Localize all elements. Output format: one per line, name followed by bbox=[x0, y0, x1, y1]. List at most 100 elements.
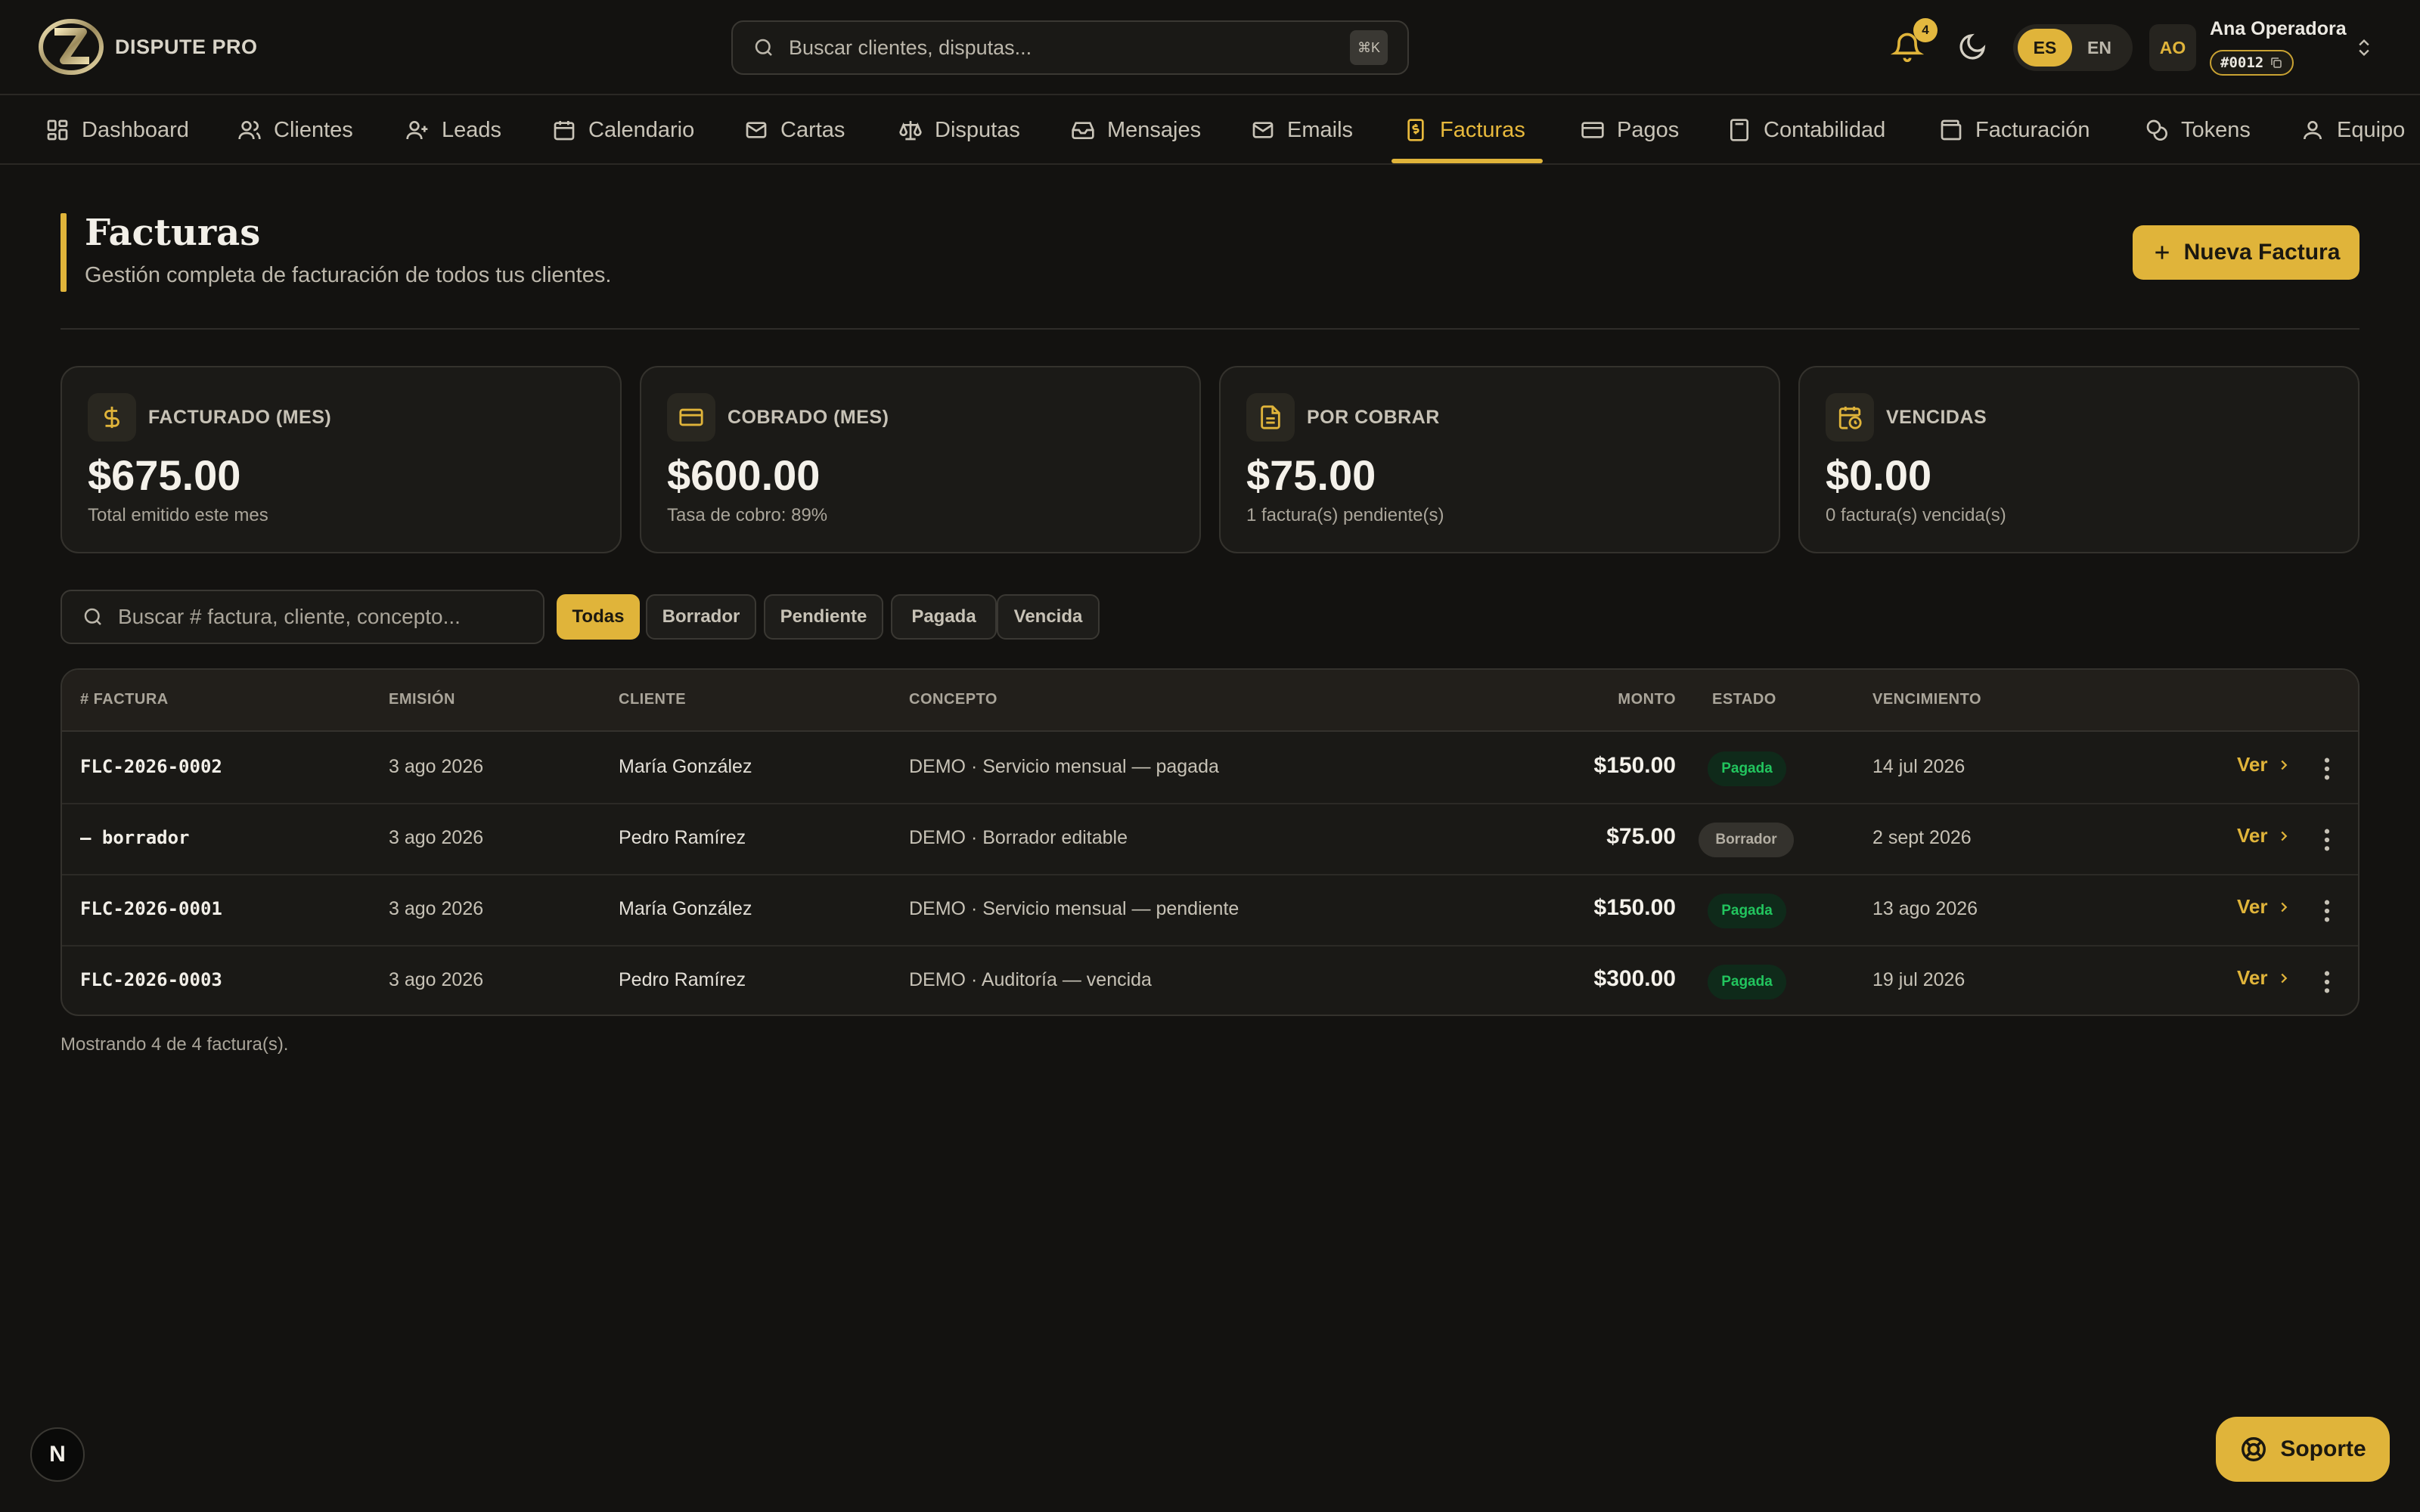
column-header[interactable]: CLIENTE bbox=[619, 691, 686, 708]
view-invoice-link[interactable]: Ver bbox=[2237, 824, 2292, 847]
invoice-concept: DEMO · Servicio mensual — pendiente bbox=[909, 898, 1239, 919]
credit-card-icon bbox=[1581, 122, 1604, 138]
stat-value: $75.00 bbox=[1246, 451, 1376, 499]
nav-item-equipo[interactable]: Equipo bbox=[2301, 97, 2405, 163]
invoice-due: 2 sept 2026 bbox=[1872, 827, 1972, 848]
filter-vencida[interactable]: Vencida bbox=[997, 594, 1100, 640]
stat-sub: 0 factura(s) vencida(s) bbox=[1826, 505, 2006, 525]
column-header[interactable]: EMISIÓN bbox=[389, 691, 455, 708]
invoice-issued: 3 ago 2026 bbox=[389, 898, 484, 919]
nav-item-pagos[interactable]: Pagos bbox=[1581, 97, 1679, 163]
dev-tools-badge[interactable]: N bbox=[30, 1427, 85, 1482]
view-label: Ver bbox=[2237, 895, 2268, 918]
more-vertical-icon[interactable] bbox=[2322, 969, 2332, 995]
table-row[interactable]: — borrador 3 ago 2026 Pedro Ramírez DEMO… bbox=[62, 804, 2358, 875]
nav-item-contabilidad[interactable]: Contabilidad bbox=[1727, 97, 1885, 163]
filter-pendiente[interactable]: Pendiente bbox=[764, 594, 883, 640]
view-invoice-link[interactable]: Ver bbox=[2237, 895, 2292, 919]
user-icon bbox=[2304, 121, 2322, 140]
invoices-table: # FACTURA EMISIÓN CLIENTE CONCEPTO MONTO… bbox=[60, 668, 2360, 1016]
nav-item-label: Contabilidad bbox=[1764, 117, 1886, 142]
nav-item-leads[interactable]: Leads bbox=[405, 97, 501, 163]
new-invoice-button[interactable]: Nueva Factura bbox=[2133, 225, 2360, 280]
top-bar: DISPUTE PRO Buscar clientes, disputas...… bbox=[0, 0, 2420, 95]
view-label: Ver bbox=[2237, 966, 2268, 989]
plus-icon bbox=[2155, 246, 2169, 259]
nav-item-calendario[interactable]: Calendario bbox=[552, 97, 694, 163]
support-label: Soporte bbox=[2280, 1436, 2366, 1461]
global-search[interactable]: Buscar clientes, disputas... ⌘K bbox=[731, 20, 1409, 75]
nav-item-label: Clientes bbox=[274, 117, 353, 142]
stat-label: FACTURADO (MES) bbox=[148, 407, 332, 428]
column-header[interactable]: # FACTURA bbox=[80, 691, 169, 708]
column-header[interactable]: CONCEPTO bbox=[909, 691, 997, 708]
stat-value: $600.00 bbox=[667, 451, 821, 499]
status-badge: Pagada bbox=[1708, 894, 1786, 928]
nav-item-mensajes[interactable]: Mensajes bbox=[1071, 97, 1201, 163]
filter-borrador[interactable]: Borrador bbox=[646, 594, 756, 640]
invoice-concept: DEMO · Servicio mensual — pagada bbox=[909, 756, 1219, 777]
user-id-badge[interactable]: #0012 bbox=[2210, 50, 2294, 76]
invoice-concept: DEMO · Auditoría — vencida bbox=[909, 969, 1152, 990]
stat-card-cobrado: COBRADO (MES) $600.00 Tasa de cobro: 89% bbox=[640, 366, 1201, 553]
nav-item-dashboard[interactable]: Dashboard bbox=[45, 97, 189, 163]
nav-item-clientes[interactable]: Clientes bbox=[237, 97, 353, 163]
invoice-client: Pedro Ramírez bbox=[619, 827, 746, 848]
avatar[interactable]: AO bbox=[2149, 24, 2196, 71]
table-row[interactable]: FLC-2026-0001 3 ago 2026 María González … bbox=[62, 875, 2358, 947]
column-header[interactable]: ESTADO bbox=[1712, 691, 1776, 708]
view-invoice-link[interactable]: Ver bbox=[2237, 753, 2292, 776]
invoice-number: FLC-2026-0002 bbox=[80, 756, 222, 777]
language-switcher: ES EN bbox=[2013, 24, 2133, 71]
calendar-clock-icon bbox=[1838, 406, 1862, 429]
stat-label: VENCIDAS bbox=[1886, 407, 1987, 428]
chevron-right-icon bbox=[2280, 760, 2287, 770]
layout-grid-icon bbox=[47, 119, 68, 141]
stat-card-por-cobrar: POR COBRAR $75.00 1 factura(s) pendiente… bbox=[1219, 366, 1780, 553]
table-row[interactable]: FLC-2026-0002 3 ago 2026 María González … bbox=[62, 733, 2358, 804]
app-logo[interactable]: DISPUTE PRO bbox=[38, 17, 258, 77]
support-button[interactable]: Soporte bbox=[2216, 1417, 2390, 1482]
stat-value: $0.00 bbox=[1826, 451, 1932, 499]
invoice-client: María González bbox=[619, 898, 752, 919]
invoice-amount: $150.00 bbox=[1593, 895, 1676, 920]
nav-item-emails[interactable]: Emails bbox=[1251, 97, 1353, 163]
header-divider bbox=[60, 328, 2360, 330]
more-vertical-icon[interactable] bbox=[2322, 898, 2332, 924]
chevron-right-icon bbox=[2280, 973, 2287, 983]
more-vertical-icon[interactable] bbox=[2322, 756, 2332, 782]
nav-item-cartas[interactable]: Cartas bbox=[744, 97, 845, 163]
column-header[interactable]: VENCIMIENTO bbox=[1872, 691, 1981, 708]
search-icon bbox=[755, 39, 772, 56]
users-icon bbox=[238, 121, 261, 140]
invoice-number: FLC-2026-0003 bbox=[80, 969, 222, 990]
stat-sub: 1 factura(s) pendiente(s) bbox=[1246, 505, 1444, 525]
inbox-icon bbox=[1072, 122, 1094, 139]
lang-en-button[interactable]: EN bbox=[2072, 29, 2127, 67]
filter-pagada[interactable]: Pagada bbox=[891, 594, 997, 640]
view-invoice-link[interactable]: Ver bbox=[2237, 966, 2292, 990]
moon-icon[interactable] bbox=[1957, 32, 1987, 62]
more-vertical-icon[interactable] bbox=[2322, 827, 2332, 853]
table-header: # FACTURA EMISIÓN CLIENTE CONCEPTO MONTO… bbox=[62, 670, 2358, 732]
filter-todas[interactable]: Todas bbox=[557, 594, 640, 640]
stat-value: $675.00 bbox=[88, 451, 241, 499]
nav-item-label: Tokens bbox=[2181, 117, 2251, 142]
chevron-up-down-icon[interactable] bbox=[2353, 36, 2375, 59]
nav-item-disputas[interactable]: Disputas bbox=[898, 97, 1020, 163]
notification-count-badge: 4 bbox=[1913, 18, 1938, 42]
calendar-icon bbox=[554, 121, 575, 141]
table-row[interactable]: FLC-2026-0003 3 ago 2026 Pedro Ramírez D… bbox=[62, 947, 2358, 1015]
user-name[interactable]: Ana Operadora bbox=[2210, 18, 2347, 40]
nav-item-facturas[interactable]: Facturas bbox=[1404, 97, 1525, 163]
app-name: DISPUTE PRO bbox=[115, 35, 258, 58]
lang-es-button[interactable]: ES bbox=[2018, 29, 2072, 67]
invoice-search-input[interactable]: Buscar # factura, cliente, concepto... bbox=[60, 590, 544, 644]
nav-item-label: Equipo bbox=[2337, 117, 2406, 142]
chevron-right-icon bbox=[2280, 902, 2287, 912]
column-header[interactable]: MONTO bbox=[1555, 691, 1676, 708]
nav-item-facturacion[interactable]: Facturación bbox=[1939, 97, 2090, 163]
stat-icon-wrap bbox=[1246, 393, 1295, 442]
nav-item-tokens[interactable]: Tokens bbox=[2145, 97, 2251, 163]
invoice-concept: DEMO · Borrador editable bbox=[909, 827, 1128, 848]
